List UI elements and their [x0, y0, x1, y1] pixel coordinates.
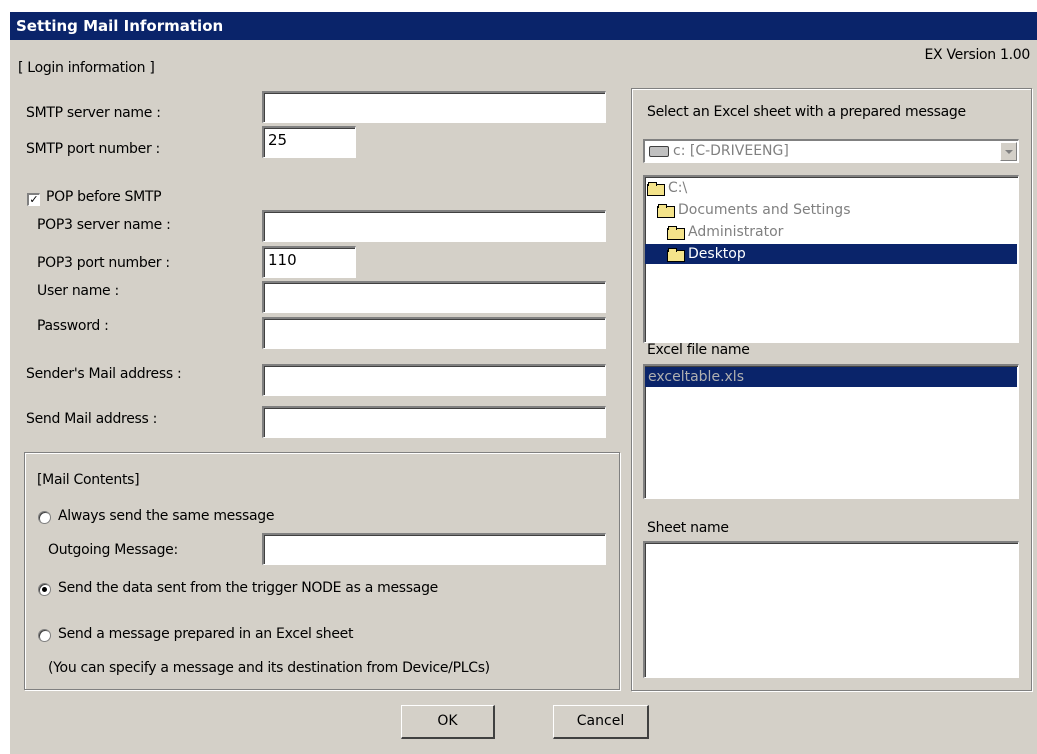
pop3-port-label: POP3 port number :	[37, 255, 170, 271]
cancel-button[interactable]: Cancel	[553, 705, 649, 739]
sender-address-input[interactable]	[262, 364, 606, 396]
sender-address-label: Sender's Mail address :	[26, 366, 182, 382]
folder-item[interactable]: C:\	[647, 178, 747, 198]
trigger-node-label: Send the data sent from the trigger NODE…	[58, 580, 438, 596]
send-address-input[interactable]	[262, 406, 606, 438]
drive-select[interactable]: c: [C-DRIVEENG]	[643, 139, 1019, 163]
outgoing-message-label: Outgoing Message:	[48, 542, 178, 558]
drive-value: c: [C-DRIVEENG]	[673, 143, 789, 159]
login-section-label: [ Login information ]	[18, 60, 155, 76]
pop3-server-input[interactable]	[262, 210, 606, 242]
dialog-window: Setting Mail Information EX Version 1.00…	[10, 12, 1037, 754]
ok-button[interactable]: OK	[401, 705, 495, 739]
chevron-down-icon[interactable]	[1000, 142, 1017, 161]
user-name-label: User name :	[37, 283, 119, 299]
sheet-name-list[interactable]	[643, 541, 1019, 678]
mail-contents-label: [Mail Contents]	[37, 472, 140, 488]
open-folder-icon	[667, 225, 685, 240]
title-bar[interactable]: Setting Mail Information	[10, 12, 1037, 40]
folder-item-selected[interactable]: Desktop	[645, 244, 1017, 264]
always-same-radio[interactable]	[38, 511, 51, 524]
open-folder-icon	[647, 181, 665, 196]
excel-file-list[interactable]: exceltable.xls	[643, 364, 1019, 499]
password-label: Password :	[37, 318, 109, 334]
folder-item[interactable]: Administrator	[667, 222, 867, 242]
sheet-name-label: Sheet name	[647, 520, 729, 536]
excel-note: (You can specify a message and its desti…	[48, 660, 490, 676]
pop3-server-label: POP3 server name :	[37, 217, 171, 233]
dialog-title: Setting Mail Information	[16, 17, 224, 35]
always-same-label: Always send the same message	[58, 508, 275, 524]
password-input[interactable]	[262, 317, 606, 349]
excel-sheet-radio[interactable]	[38, 629, 51, 642]
excel-sheet-label: Send a message prepared in an Excel shee…	[58, 626, 354, 642]
smtp-port-input[interactable]: 25	[262, 126, 356, 158]
version-label: EX Version 1.00	[924, 47, 1031, 63]
smtp-port-label: SMTP port number :	[26, 141, 160, 157]
folder-item[interactable]: Documents and Settings	[657, 200, 907, 220]
drive-icon	[649, 145, 669, 157]
user-name-input[interactable]	[262, 281, 606, 313]
pop-before-smtp-label: POP before SMTP	[46, 189, 162, 205]
pop3-port-input[interactable]: 110	[262, 246, 356, 278]
smtp-server-label: SMTP server name :	[26, 105, 161, 121]
open-folder-icon	[667, 247, 685, 262]
smtp-server-input[interactable]	[262, 91, 606, 123]
file-item[interactable]: exceltable.xls	[645, 367, 1017, 387]
open-folder-icon	[657, 203, 675, 218]
trigger-node-radio[interactable]	[38, 583, 51, 596]
excel-heading: Select an Excel sheet with a prepared me…	[647, 104, 966, 120]
send-address-label: Send Mail address :	[26, 411, 158, 427]
outgoing-message-input[interactable]	[262, 533, 606, 565]
excel-file-label: Excel file name	[647, 342, 750, 358]
pop-before-smtp-checkbox[interactable]: ✓	[27, 193, 40, 206]
folder-list[interactable]: C:\ Documents and Settings Administrator…	[643, 175, 1019, 343]
